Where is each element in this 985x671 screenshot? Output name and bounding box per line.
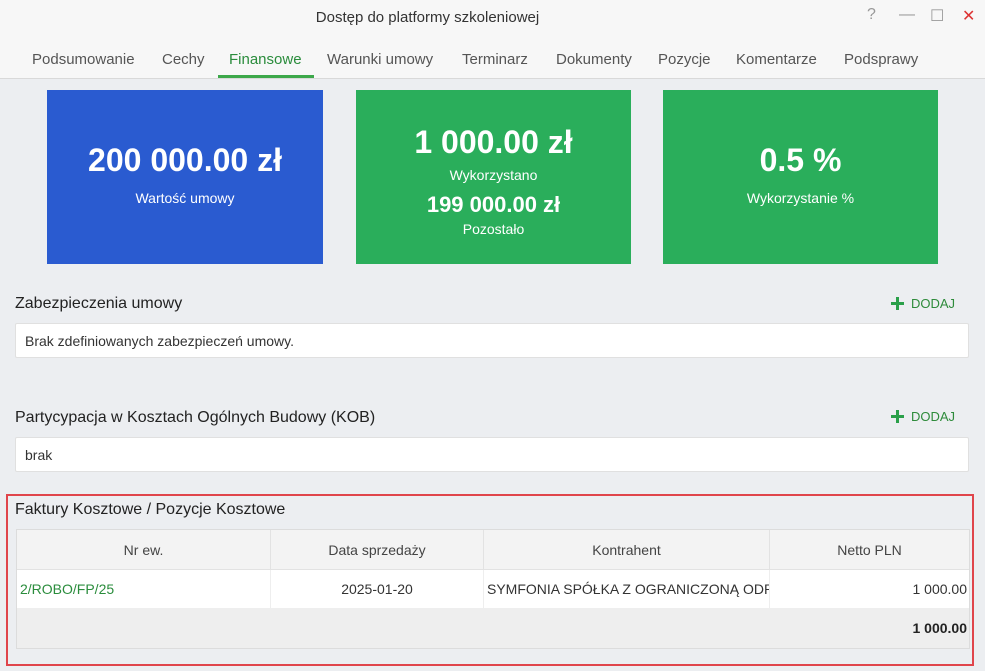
table-footer: 1 000.00 (17, 608, 969, 648)
plus-icon (891, 410, 904, 423)
used-label: Wykorzystano (449, 167, 538, 183)
contract-value-card: 200 000.00 zł Wartość umowy (47, 90, 323, 264)
active-tab-indicator (218, 75, 314, 78)
tab-cechy[interactable]: Cechy (162, 51, 205, 68)
add-security-button[interactable]: DODAJ (891, 296, 955, 311)
column-header-contractor[interactable]: Kontrahent (484, 530, 770, 570)
invoice-net: 1 000.00 (912, 581, 968, 597)
minimize-icon[interactable]: — (899, 6, 915, 24)
remaining-value: 199 000.00 zł (426, 192, 561, 217)
used-card: 1 000.00 zł Wykorzystano 199 000.00 zł P… (356, 90, 631, 264)
remaining-label: Pozostało (462, 221, 525, 237)
tab-warunki-umowy[interactable]: Warunki umowy (327, 51, 433, 68)
invoice-date: 2025-01-20 (271, 570, 484, 608)
column-header-date[interactable]: Data sprzedaży (271, 530, 484, 570)
plus-icon (891, 297, 904, 310)
kob-field: brak (15, 437, 969, 472)
invoices-section-title: Faktury Kosztowe / Pozycje Kosztowe (15, 501, 286, 518)
tab-bar: Podsumowanie Cechy Finansowe Warunki umo… (0, 36, 985, 79)
column-header-net[interactable]: Netto PLN (770, 530, 969, 570)
kob-section-title: Partycypacja w Kosztach Ogólnych Budowy … (15, 409, 376, 426)
tab-komentarze[interactable]: Komentarze (736, 51, 817, 68)
contract-value-label: Wartość umowy (135, 190, 235, 206)
help-icon[interactable]: ? (867, 6, 876, 24)
tab-podsumowanie[interactable]: Podsumowanie (32, 51, 135, 68)
used-value: 1 000.00 zł (414, 124, 573, 160)
usage-percent-label: Wykorzystanie % (746, 190, 855, 206)
maximize-icon[interactable]: ☐ (930, 6, 944, 26)
invoice-contractor: SYMFONIA SPÓŁKA Z OGRANICZONĄ ODPOWIEDZI… (484, 570, 770, 608)
invoice-nr-link[interactable]: 2/ROBO/FP/25 (17, 570, 271, 608)
invoices-table: Nr ew. Data sprzedaży Kontrahent Netto P… (16, 529, 970, 649)
title-bar: Dostęp do platformy szkoleniowej ? — ☐ ✕ (0, 0, 985, 36)
tab-terminarz[interactable]: Terminarz (462, 51, 528, 68)
window-title: Dostęp do platformy szkoleniowej (315, 9, 540, 26)
column-header-nr[interactable]: Nr ew. (17, 530, 271, 570)
tab-finansowe[interactable]: Finansowe (229, 51, 302, 68)
tab-dokumenty[interactable]: Dokumenty (556, 51, 632, 68)
usage-percent-value: 0.5 % (759, 142, 842, 178)
close-icon[interactable]: ✕ (962, 6, 975, 26)
security-field: Brak zdefiniowanych zabezpieczeń umowy. (15, 323, 969, 358)
add-security-label: DODAJ (911, 296, 956, 311)
tab-pozycje[interactable]: Pozycje (658, 51, 711, 68)
security-section-title: Zabezpieczenia umowy (15, 295, 183, 312)
usage-percent-card: 0.5 % Wykorzystanie % (663, 90, 938, 264)
invoices-total: 1 000.00 (912, 620, 968, 636)
add-kob-label: DODAJ (911, 409, 956, 424)
tab-podsprawy[interactable]: Podsprawy (844, 51, 918, 68)
add-kob-button[interactable]: DODAJ (891, 409, 955, 424)
contract-value: 200 000.00 zł (88, 142, 282, 178)
